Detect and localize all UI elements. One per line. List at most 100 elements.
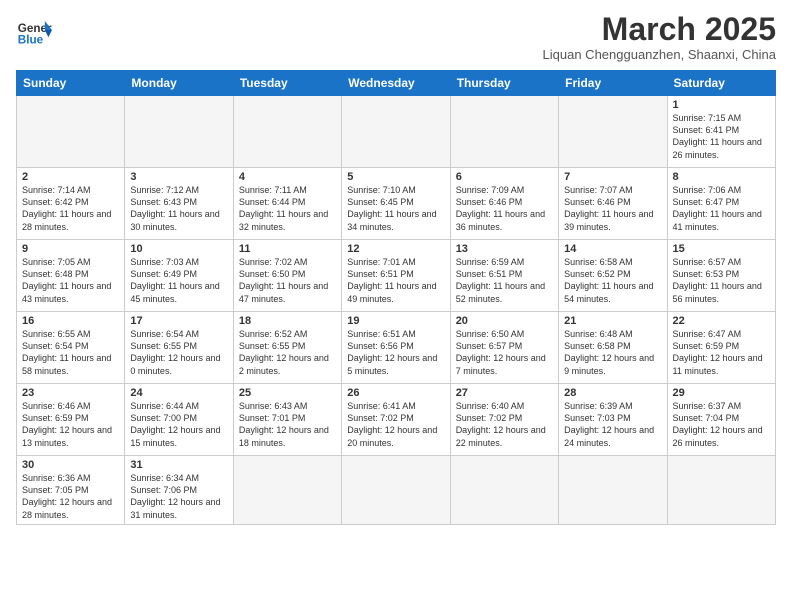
calendar-day-cell: 7Sunrise: 7:07 AM Sunset: 6:46 PM Daylig… — [559, 168, 667, 240]
calendar-day-cell: 20Sunrise: 6:50 AM Sunset: 6:57 PM Dayli… — [450, 312, 558, 384]
calendar-day-cell: 2Sunrise: 7:14 AM Sunset: 6:42 PM Daylig… — [17, 168, 125, 240]
day-number: 9 — [22, 243, 119, 255]
day-info: Sunrise: 6:47 AM Sunset: 6:59 PM Dayligh… — [673, 328, 770, 377]
calendar-day-cell: 10Sunrise: 7:03 AM Sunset: 6:49 PM Dayli… — [125, 240, 233, 312]
logo: General Blue — [16, 12, 52, 48]
calendar-day-cell — [450, 96, 558, 168]
day-info: Sunrise: 7:05 AM Sunset: 6:48 PM Dayligh… — [22, 256, 119, 305]
day-number: 25 — [239, 387, 336, 399]
day-info: Sunrise: 7:12 AM Sunset: 6:43 PM Dayligh… — [130, 184, 227, 233]
calendar-day-cell: 14Sunrise: 6:58 AM Sunset: 6:52 PM Dayli… — [559, 240, 667, 312]
day-info: Sunrise: 6:59 AM Sunset: 6:51 PM Dayligh… — [456, 256, 553, 305]
day-info: Sunrise: 7:11 AM Sunset: 6:44 PM Dayligh… — [239, 184, 336, 233]
day-number: 14 — [564, 243, 661, 255]
calendar-day-cell — [233, 96, 341, 168]
day-number: 8 — [673, 171, 770, 183]
day-info: Sunrise: 7:03 AM Sunset: 6:49 PM Dayligh… — [130, 256, 227, 305]
location: Liquan Chengguanzhen, Shaanxi, China — [543, 47, 776, 62]
calendar-day-cell: 3Sunrise: 7:12 AM Sunset: 6:43 PM Daylig… — [125, 168, 233, 240]
day-info: Sunrise: 7:07 AM Sunset: 6:46 PM Dayligh… — [564, 184, 661, 233]
day-number: 24 — [130, 387, 227, 399]
day-of-week-header: Tuesday — [233, 71, 341, 96]
day-info: Sunrise: 6:44 AM Sunset: 7:00 PM Dayligh… — [130, 400, 227, 449]
calendar-day-cell: 22Sunrise: 6:47 AM Sunset: 6:59 PM Dayli… — [667, 312, 775, 384]
day-info: Sunrise: 6:55 AM Sunset: 6:54 PM Dayligh… — [22, 328, 119, 377]
day-number: 20 — [456, 315, 553, 327]
month-title: March 2025 — [543, 12, 776, 47]
day-number: 2 — [22, 171, 119, 183]
calendar-day-cell: 19Sunrise: 6:51 AM Sunset: 6:56 PM Dayli… — [342, 312, 450, 384]
calendar-week-row: 23Sunrise: 6:46 AM Sunset: 6:59 PM Dayli… — [17, 384, 776, 456]
calendar-day-cell: 18Sunrise: 6:52 AM Sunset: 6:55 PM Dayli… — [233, 312, 341, 384]
calendar-day-cell — [667, 456, 775, 525]
calendar-day-cell: 31Sunrise: 6:34 AM Sunset: 7:06 PM Dayli… — [125, 456, 233, 525]
calendar-day-cell — [559, 96, 667, 168]
day-number: 17 — [130, 315, 227, 327]
day-info: Sunrise: 6:57 AM Sunset: 6:53 PM Dayligh… — [673, 256, 770, 305]
day-number: 4 — [239, 171, 336, 183]
day-number: 11 — [239, 243, 336, 255]
day-info: Sunrise: 6:39 AM Sunset: 7:03 PM Dayligh… — [564, 400, 661, 449]
day-number: 29 — [673, 387, 770, 399]
day-number: 31 — [130, 459, 227, 471]
day-info: Sunrise: 7:02 AM Sunset: 6:50 PM Dayligh… — [239, 256, 336, 305]
day-number: 21 — [564, 315, 661, 327]
day-of-week-header: Saturday — [667, 71, 775, 96]
day-number: 6 — [456, 171, 553, 183]
calendar-day-cell: 25Sunrise: 6:43 AM Sunset: 7:01 PM Dayli… — [233, 384, 341, 456]
day-of-week-header: Thursday — [450, 71, 558, 96]
day-number: 10 — [130, 243, 227, 255]
day-number: 19 — [347, 315, 444, 327]
day-info: Sunrise: 6:46 AM Sunset: 6:59 PM Dayligh… — [22, 400, 119, 449]
calendar-week-row: 16Sunrise: 6:55 AM Sunset: 6:54 PM Dayli… — [17, 312, 776, 384]
title-block: March 2025 Liquan Chengguanzhen, Shaanxi… — [543, 12, 776, 62]
calendar-day-cell: 21Sunrise: 6:48 AM Sunset: 6:58 PM Dayli… — [559, 312, 667, 384]
day-number: 1 — [673, 99, 770, 111]
calendar-week-row: 1Sunrise: 7:15 AM Sunset: 6:41 PM Daylig… — [17, 96, 776, 168]
day-info: Sunrise: 7:01 AM Sunset: 6:51 PM Dayligh… — [347, 256, 444, 305]
calendar-day-cell: 1Sunrise: 7:15 AM Sunset: 6:41 PM Daylig… — [667, 96, 775, 168]
calendar-day-cell: 28Sunrise: 6:39 AM Sunset: 7:03 PM Dayli… — [559, 384, 667, 456]
calendar-week-row: 9Sunrise: 7:05 AM Sunset: 6:48 PM Daylig… — [17, 240, 776, 312]
day-number: 12 — [347, 243, 444, 255]
calendar-day-cell: 26Sunrise: 6:41 AM Sunset: 7:02 PM Dayli… — [342, 384, 450, 456]
calendar-day-cell: 24Sunrise: 6:44 AM Sunset: 7:00 PM Dayli… — [125, 384, 233, 456]
calendar-header-row: SundayMondayTuesdayWednesdayThursdayFrid… — [17, 71, 776, 96]
day-info: Sunrise: 6:48 AM Sunset: 6:58 PM Dayligh… — [564, 328, 661, 377]
svg-text:Blue: Blue — [18, 34, 44, 47]
day-number: 13 — [456, 243, 553, 255]
day-info: Sunrise: 6:36 AM Sunset: 7:05 PM Dayligh… — [22, 472, 119, 521]
day-info: Sunrise: 7:15 AM Sunset: 6:41 PM Dayligh… — [673, 112, 770, 161]
day-info: Sunrise: 6:37 AM Sunset: 7:04 PM Dayligh… — [673, 400, 770, 449]
calendar-day-cell — [342, 456, 450, 525]
calendar-day-cell: 15Sunrise: 6:57 AM Sunset: 6:53 PM Dayli… — [667, 240, 775, 312]
calendar-day-cell — [17, 96, 125, 168]
calendar-day-cell: 17Sunrise: 6:54 AM Sunset: 6:55 PM Dayli… — [125, 312, 233, 384]
calendar-week-row: 2Sunrise: 7:14 AM Sunset: 6:42 PM Daylig… — [17, 168, 776, 240]
day-info: Sunrise: 7:14 AM Sunset: 6:42 PM Dayligh… — [22, 184, 119, 233]
day-info: Sunrise: 6:41 AM Sunset: 7:02 PM Dayligh… — [347, 400, 444, 449]
day-number: 22 — [673, 315, 770, 327]
day-of-week-header: Sunday — [17, 71, 125, 96]
calendar-table: SundayMondayTuesdayWednesdayThursdayFrid… — [16, 70, 776, 525]
day-of-week-header: Wednesday — [342, 71, 450, 96]
calendar-day-cell: 29Sunrise: 6:37 AM Sunset: 7:04 PM Dayli… — [667, 384, 775, 456]
calendar-day-cell: 12Sunrise: 7:01 AM Sunset: 6:51 PM Dayli… — [342, 240, 450, 312]
calendar-day-cell: 23Sunrise: 6:46 AM Sunset: 6:59 PM Dayli… — [17, 384, 125, 456]
calendar-day-cell: 5Sunrise: 7:10 AM Sunset: 6:45 PM Daylig… — [342, 168, 450, 240]
calendar-day-cell — [342, 96, 450, 168]
day-number: 16 — [22, 315, 119, 327]
day-info: Sunrise: 6:43 AM Sunset: 7:01 PM Dayligh… — [239, 400, 336, 449]
day-of-week-header: Friday — [559, 71, 667, 96]
day-of-week-header: Monday — [125, 71, 233, 96]
day-info: Sunrise: 7:06 AM Sunset: 6:47 PM Dayligh… — [673, 184, 770, 233]
calendar-day-cell: 13Sunrise: 6:59 AM Sunset: 6:51 PM Dayli… — [450, 240, 558, 312]
day-info: Sunrise: 6:52 AM Sunset: 6:55 PM Dayligh… — [239, 328, 336, 377]
day-number: 15 — [673, 243, 770, 255]
day-info: Sunrise: 6:58 AM Sunset: 6:52 PM Dayligh… — [564, 256, 661, 305]
day-number: 28 — [564, 387, 661, 399]
day-info: Sunrise: 7:10 AM Sunset: 6:45 PM Dayligh… — [347, 184, 444, 233]
day-number: 27 — [456, 387, 553, 399]
calendar-day-cell — [125, 96, 233, 168]
calendar-day-cell: 16Sunrise: 6:55 AM Sunset: 6:54 PM Dayli… — [17, 312, 125, 384]
